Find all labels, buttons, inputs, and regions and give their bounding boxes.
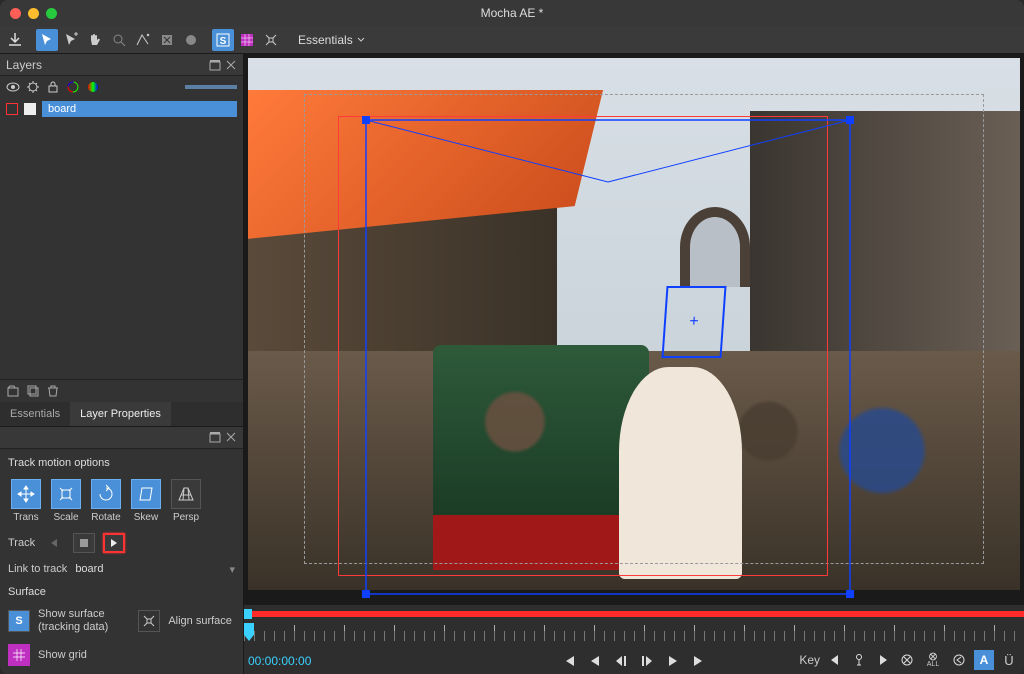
close-panel-icon[interactable] <box>225 59 237 71</box>
prev-key-icon[interactable] <box>826 651 844 669</box>
titlebar: Mocha AE * <box>0 0 1024 26</box>
align-surface-label: Align surface <box>168 615 232 627</box>
delete-layer-icon[interactable] <box>46 384 60 398</box>
window-title: Mocha AE * <box>0 6 1024 20</box>
uberkey-icon[interactable]: Ü <box>1000 651 1018 669</box>
step-back-icon[interactable] <box>612 652 630 670</box>
timeline-range[interactable] <box>244 611 1024 617</box>
show-grid-toggle[interactable] <box>8 644 30 666</box>
tab-layer-properties[interactable]: Layer Properties <box>70 402 171 426</box>
chevron-down-icon: ▾ <box>229 563 235 576</box>
layer-name[interactable]: board <box>42 101 237 117</box>
lock-icon[interactable] <box>46 80 60 94</box>
link-to-track[interactable]: Link to track board ▾ <box>8 563 235 576</box>
go-end-icon[interactable] <box>690 652 708 670</box>
motion-options: Trans Scale Rotate Skew Persp <box>8 479 235 523</box>
show-surface-toggle[interactable]: S <box>8 610 30 632</box>
show-surface-label: Show surface (tracking data) <box>38 608 108 634</box>
autokey-toggle[interactable]: A <box>974 650 994 670</box>
motion-perspective[interactable]: Persp <box>168 479 204 523</box>
zoom-tool-icon[interactable] <box>108 29 130 51</box>
group-layer-icon[interactable] <box>6 384 20 398</box>
spline-color-swatch[interactable] <box>6 103 18 115</box>
timeline: 00:00:00:00 Key ALL A <box>244 604 1024 674</box>
workspace-label: Essentials <box>298 33 353 47</box>
timeline-ruler[interactable] <box>244 621 1024 643</box>
motion-skew[interactable]: Skew <box>128 479 164 523</box>
hand-tool-icon[interactable] <box>84 29 106 51</box>
svg-text:S: S <box>220 36 227 47</box>
matte-color-swatch[interactable] <box>24 103 36 115</box>
layer-progress <box>185 85 237 89</box>
left-panel: Layers board <box>0 54 244 674</box>
surface-center-widget[interactable] <box>661 286 726 358</box>
track-stop-button[interactable] <box>73 533 95 553</box>
layers-panel-header: Layers <box>0 54 243 76</box>
surface-outline[interactable] <box>358 112 858 602</box>
key-label: Key <box>799 653 820 667</box>
surface-title: Surface <box>8 586 235 598</box>
align-surface-button[interactable] <box>138 610 160 632</box>
save-icon[interactable] <box>4 29 26 51</box>
go-start-icon[interactable] <box>560 652 578 670</box>
pointer-tool-icon[interactable] <box>36 29 58 51</box>
show-grid-icon[interactable] <box>236 29 258 51</box>
undock-icon[interactable] <box>209 431 221 443</box>
play-backward-icon[interactable] <box>586 652 604 670</box>
viewport[interactable] <box>244 54 1024 604</box>
close-window-icon[interactable] <box>10 8 21 19</box>
tab-essentials[interactable]: Essentials <box>0 402 70 426</box>
link-label: Link to track <box>8 563 67 575</box>
keyframe-controls: Key ALL A Ü <box>799 650 1018 670</box>
track-options-title: Track motion options <box>8 457 235 469</box>
minimize-window-icon[interactable] <box>28 8 39 19</box>
close-panel-icon[interactable] <box>225 431 237 443</box>
duplicate-layer-icon[interactable] <box>26 384 40 398</box>
chevron-down-icon <box>357 36 365 44</box>
align-surface-icon[interactable] <box>260 29 282 51</box>
add-key-icon[interactable] <box>850 651 868 669</box>
step-forward-icon[interactable] <box>638 652 656 670</box>
transport-controls <box>560 652 708 670</box>
layer-row[interactable]: board <box>0 98 243 120</box>
motion-scale[interactable]: Scale <box>48 479 84 523</box>
layer-ops <box>0 379 243 402</box>
bezier-tool-icon[interactable] <box>132 29 154 51</box>
matte-icon[interactable] <box>86 80 100 94</box>
rectangle-tool-icon[interactable] <box>180 29 202 51</box>
show-grid-label: Show grid <box>38 649 87 661</box>
visibility-icon[interactable] <box>6 80 20 94</box>
motion-rotate[interactable]: Rotate <box>88 479 124 523</box>
track-label: Track <box>8 537 35 549</box>
autokey-prev-icon[interactable] <box>950 651 968 669</box>
track-backward-button[interactable] <box>43 533 65 553</box>
motion-translate[interactable]: Trans <box>8 479 44 523</box>
properties-tabs: Essentials Layer Properties <box>0 402 243 427</box>
show-surface-icon[interactable]: S <box>212 29 234 51</box>
next-key-icon[interactable] <box>874 651 892 669</box>
viewer: 00:00:00:00 Key ALL A <box>244 54 1024 674</box>
layers-column-header <box>0 76 243 98</box>
maximize-window-icon[interactable] <box>46 8 57 19</box>
link-value: board <box>75 563 221 575</box>
play-forward-icon[interactable] <box>664 652 682 670</box>
workspace-selector[interactable]: Essentials <box>292 31 371 49</box>
timecode[interactable]: 00:00:00:00 <box>248 654 311 668</box>
pointer-add-tool-icon[interactable] <box>60 29 82 51</box>
main-toolbar: S Essentials <box>0 26 1024 54</box>
color-icon[interactable] <box>66 80 80 94</box>
delete-key-icon[interactable] <box>898 651 916 669</box>
xspline-tool-icon[interactable] <box>156 29 178 51</box>
undock-icon[interactable] <box>209 59 221 71</box>
process-icon[interactable] <box>26 80 40 94</box>
delete-all-keys-icon[interactable]: ALL <box>922 651 944 669</box>
layers-title: Layers <box>6 58 42 72</box>
track-forward-button[interactable] <box>103 533 125 553</box>
